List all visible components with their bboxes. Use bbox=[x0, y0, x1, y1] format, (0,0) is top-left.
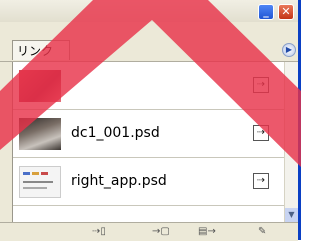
tab-links[interactable]: リンク bbox=[12, 40, 70, 60]
minimize-button[interactable]: _ bbox=[258, 4, 274, 20]
photo-thumbnail bbox=[19, 118, 61, 150]
close-button[interactable]: ✕ bbox=[278, 4, 294, 20]
list-item[interactable]: dc1_001.psd ⇢ bbox=[13, 110, 285, 158]
link-status-icon: ⇢ bbox=[253, 77, 269, 93]
panel-menu-icon[interactable]: ▶ bbox=[282, 43, 296, 57]
red-flowers-thumbnail bbox=[19, 70, 61, 102]
link-status-icon: ⇢ bbox=[253, 173, 269, 189]
link-status-icon: ⇢ bbox=[253, 125, 269, 141]
go-to-link-icon[interactable]: →▢ bbox=[152, 225, 170, 239]
links-list: ⇢ dc1_001.psd ⇢ right_app.psd ⇢ bbox=[12, 62, 285, 222]
edit-original-icon[interactable]: ✎ bbox=[258, 225, 266, 239]
title-bar: _ ✕ bbox=[0, 0, 298, 22]
link-filename: right_app.psd bbox=[71, 173, 167, 189]
tab-bar: リンク ▶ bbox=[0, 40, 298, 62]
scroll-down-icon[interactable]: ▼ bbox=[285, 208, 298, 222]
list-item[interactable]: right_app.psd ⇢ bbox=[13, 158, 285, 206]
vertical-scrollbar[interactable]: ▼ bbox=[284, 62, 298, 222]
update-link-icon[interactable]: ▤→ bbox=[198, 225, 216, 239]
list-item[interactable]: ⇢ bbox=[13, 62, 285, 110]
link-filename: dc1_001.psd bbox=[71, 125, 160, 141]
links-panel-window: _ ✕ リンク ▶ ⇢ dc1_001.psd ⇢ right_app.psd … bbox=[0, 0, 301, 241]
relink-icon[interactable]: ⇢▯ bbox=[92, 225, 106, 239]
panel-toolbar: ⇢▯ →▢ ▤→ ✎ bbox=[0, 222, 298, 241]
app-screenshot-thumbnail bbox=[19, 166, 61, 198]
